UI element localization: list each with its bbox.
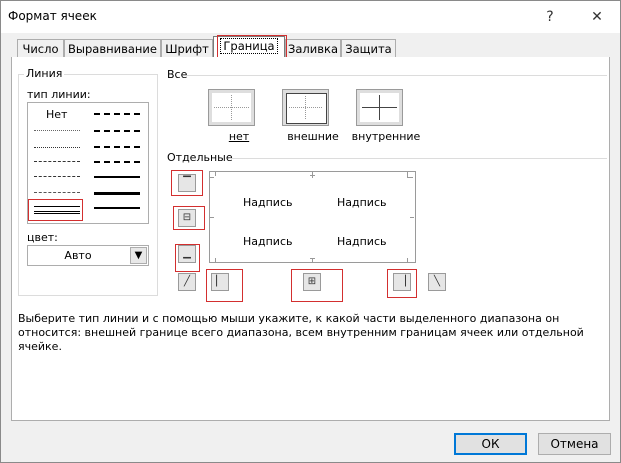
line-group-title: Линия	[24, 67, 65, 80]
border-diagonal-up-button[interactable]: ╱	[178, 273, 196, 291]
tab-fill[interactable]: Заливка	[285, 39, 341, 58]
color-select[interactable]: Авто ▼	[27, 245, 149, 266]
preview-text-2: Надпись	[337, 196, 387, 209]
border-middle-highlight	[173, 206, 205, 230]
preset-none-label: нет	[228, 130, 250, 143]
preset-none-button[interactable]	[208, 89, 255, 126]
dialog-title: Формат ячеек	[8, 9, 97, 23]
line-style-medium-dash-dot[interactable]	[94, 146, 140, 148]
color-value: Авто	[64, 249, 92, 262]
line-style-dash-dot-dot[interactable]	[34, 161, 80, 162]
presets-title: Все	[167, 68, 188, 81]
line-style-hair[interactable]	[34, 130, 80, 131]
border-bottom-highlight	[175, 244, 200, 272]
preset-inside-label: внутренние	[351, 130, 421, 143]
help-button[interactable]: ?	[539, 7, 561, 27]
borders-separator	[229, 158, 607, 159]
line-style-highlight	[28, 199, 83, 221]
title-bar: Формат ячеек ? ✕	[1, 1, 620, 33]
preset-outline-icon	[286, 93, 327, 124]
diagonal-down-icon: ╲	[433, 276, 441, 287]
line-style-medium-dashed[interactable]	[94, 161, 140, 163]
line-style-thick[interactable]	[94, 192, 140, 195]
line-style-none[interactable]: Нет	[46, 108, 67, 121]
line-style-dashed[interactable]	[34, 192, 80, 193]
cancel-button[interactable]: Отмена	[538, 433, 611, 455]
border-left-highlight	[206, 269, 243, 302]
close-button[interactable]: ✕	[586, 7, 608, 27]
presets-separator	[187, 75, 607, 76]
preset-inside-button[interactable]	[356, 89, 403, 126]
tab-number[interactable]: Число	[17, 39, 64, 58]
preview-text-3: Надпись	[243, 235, 293, 248]
tab-font[interactable]: Шрифт	[161, 39, 213, 58]
format-cells-dialog: Формат ячеек ? ✕ Число Выравнивание Шриф…	[0, 0, 621, 463]
line-style-medium-dash-dot-dot[interactable]	[94, 113, 140, 115]
borders-title: Отдельные	[167, 151, 233, 164]
preset-none-icon	[212, 93, 251, 122]
line-style-label: тип линии:	[27, 88, 91, 101]
border-diagonal-down-button[interactable]: ╲	[428, 273, 446, 291]
diagonal-up-icon: ╱	[183, 276, 191, 287]
chevron-down-icon[interactable]: ▼	[130, 247, 147, 264]
color-label: цвет:	[27, 231, 58, 244]
tab-alignment[interactable]: Выравнивание	[64, 39, 161, 58]
line-style-thick-2[interactable]	[94, 207, 140, 209]
preset-outline-label: внешние	[287, 130, 339, 143]
preview-text-4: Надпись	[337, 235, 387, 248]
line-style-dotted[interactable]	[34, 147, 80, 148]
border-right-highlight	[387, 269, 417, 298]
description-text: Выберите тип линии и с помощью мыши укаж…	[18, 312, 584, 353]
tab-protection[interactable]: Защита	[341, 39, 396, 58]
border-preview[interactable]: Надпись Надпись Надпись Надпись	[209, 171, 416, 263]
line-style-dash-dot[interactable]	[34, 176, 80, 177]
preset-inside-icon	[360, 93, 399, 122]
line-style-slanted-dash-dot[interactable]	[94, 130, 140, 132]
preview-text-1: Надпись	[243, 196, 293, 209]
preset-outline-button[interactable]	[282, 89, 329, 126]
border-vertical-highlight	[291, 269, 343, 302]
line-style-medium[interactable]	[94, 176, 140, 178]
border-top-highlight	[171, 170, 203, 196]
ok-button[interactable]: ОК	[454, 433, 527, 455]
